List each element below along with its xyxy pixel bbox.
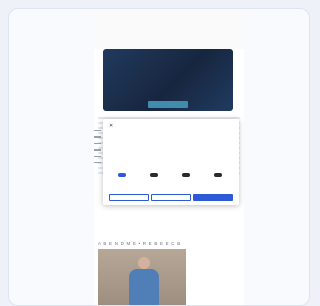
- person-head: [138, 257, 150, 269]
- allow-selection-button[interactable]: [151, 194, 191, 201]
- page-top-area: [94, 9, 244, 49]
- preview-card: A B E N D M E • R E B E E C B ✕: [8, 8, 310, 306]
- person-body: [129, 269, 159, 305]
- switch-off[interactable]: [182, 173, 190, 177]
- switch-off[interactable]: [214, 173, 222, 177]
- consent-buttons: [109, 194, 233, 201]
- switch-on[interactable]: [118, 173, 126, 177]
- hero-banner: [103, 49, 233, 111]
- toggle-marketing[interactable]: [205, 171, 231, 177]
- allow-all-button[interactable]: [193, 194, 233, 201]
- toggle-preferences[interactable]: [141, 171, 167, 177]
- switch-off[interactable]: [150, 173, 158, 177]
- toggle-necessary[interactable]: [109, 171, 135, 177]
- toggle-statistics[interactable]: [173, 171, 199, 177]
- deny-button[interactable]: [109, 194, 149, 201]
- cookie-consent-dialog: ✕: [103, 119, 239, 205]
- background-text-hint: [94, 125, 101, 205]
- person-photo: [98, 249, 186, 305]
- close-icon[interactable]: ✕: [109, 123, 113, 129]
- consent-toggles: [109, 171, 233, 183]
- section-label: A B E N D M E • R E B E E C B: [98, 241, 181, 246]
- hero-button[interactable]: [148, 101, 188, 108]
